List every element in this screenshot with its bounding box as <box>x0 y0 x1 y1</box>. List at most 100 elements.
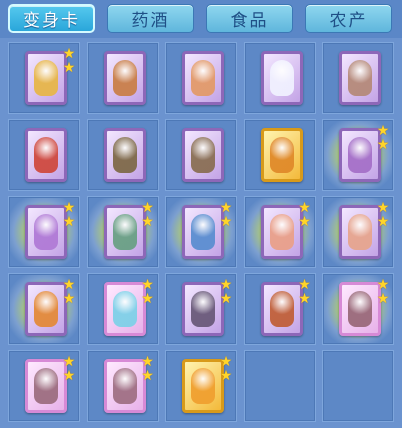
red-dragon-card[interactable] <box>25 128 67 182</box>
star-icon: ★ <box>376 277 390 293</box>
star-icon: ★ <box>62 60 76 76</box>
armored-general-card[interactable] <box>103 128 146 182</box>
inventory-slot[interactable] <box>165 119 237 191</box>
inventory-slot[interactable] <box>322 42 394 114</box>
inventory-slot[interactable]: ★ ★ <box>165 273 237 345</box>
star-rating: ★ ★ <box>298 278 312 306</box>
star-icon: ★ <box>141 368 154 384</box>
armored-general-card-2[interactable] <box>182 128 224 182</box>
golden-fox-card[interactable] <box>182 359 224 413</box>
empty-inventory-slot[interactable] <box>243 350 316 422</box>
star-icon: ★ <box>62 291 76 307</box>
bat-lady-card-2[interactable] <box>25 359 67 413</box>
golden-beast-card[interactable] <box>260 128 303 182</box>
inventory-slot[interactable]: ★ ★ <box>8 350 80 422</box>
rabbit-fighter-card-2[interactable] <box>339 205 381 259</box>
inventory-slot[interactable]: ★ ★ <box>322 119 394 191</box>
star-icon: ★ <box>141 291 154 307</box>
card-character-image <box>191 368 215 404</box>
star-icon: ★ <box>141 200 154 216</box>
inventory-slot[interactable]: ★ ★ <box>86 196 159 268</box>
star-icon: ★ <box>62 368 76 384</box>
card-character-image <box>191 291 215 327</box>
card-character-image <box>191 214 215 250</box>
inventory-slot[interactable]: ★ ★ <box>8 273 80 345</box>
star-rating: ★ ★ <box>62 47 76 75</box>
inventory-slot[interactable] <box>243 42 316 114</box>
star-rating: ★ ★ <box>62 278 76 306</box>
lion-knight-card[interactable] <box>260 282 303 336</box>
star-icon: ★ <box>62 200 76 216</box>
jade-warrior-card[interactable] <box>103 205 146 259</box>
star-rating: ★ ★ <box>219 278 233 306</box>
card-character-image <box>34 291 58 327</box>
inventory-slot[interactable]: ★ ★ <box>165 196 237 268</box>
star-icon: ★ <box>62 354 76 370</box>
star-rating: ★ ★ <box>219 201 233 229</box>
card-character-image <box>112 291 137 327</box>
card-character-image <box>348 60 372 96</box>
star-icon: ★ <box>62 277 76 293</box>
star-icon: ★ <box>298 291 311 307</box>
dark-fairy-card[interactable] <box>339 51 381 105</box>
inventory-slot[interactable]: ★ ★ <box>86 273 159 345</box>
tab-medicine-wine[interactable]: 药酒 <box>107 4 194 33</box>
star-rating: ★ ★ <box>376 278 390 306</box>
card-character-image <box>348 291 372 327</box>
star-icon: ★ <box>298 277 311 293</box>
star-icon: ★ <box>376 137 390 153</box>
inventory-slot[interactable] <box>243 119 316 191</box>
card-character-image <box>112 214 137 250</box>
inventory-slot[interactable]: ★ ★ <box>165 350 237 422</box>
inventory-grid: ★ ★ ★ ★ ★ ★ ★ ★ ★ ★ ★ ★ ★ ★ ★ ★ ★ ★ ★ ★ ★ ★ ★ ★ ★ ★ ★ ★ ★ ★ <box>0 38 402 428</box>
star-icon: ★ <box>376 214 390 230</box>
purple-mage-card[interactable] <box>25 205 67 259</box>
inventory-slot[interactable]: ★ ★ <box>322 196 394 268</box>
bat-lady-card-3[interactable] <box>103 359 146 413</box>
inventory-slot[interactable]: ★ ★ <box>243 273 316 345</box>
card-character-image <box>112 137 137 173</box>
star-rating: ★ ★ <box>141 201 155 229</box>
star-icon: ★ <box>376 291 390 307</box>
inventory-slot[interactable] <box>86 119 159 191</box>
star-rating: ★ ★ <box>62 355 76 383</box>
star-icon: ★ <box>62 46 76 62</box>
star-rating: ★ ★ <box>62 201 76 229</box>
inventory-slot[interactable]: ★ ★ <box>243 196 316 268</box>
warrior-tiger-card[interactable] <box>103 51 146 105</box>
empty-inventory-slot[interactable] <box>322 350 394 422</box>
inventory-slot[interactable] <box>86 42 159 114</box>
card-character-image <box>34 60 58 96</box>
white-rabbit-card[interactable] <box>260 51 303 105</box>
rabbit-fighter-card[interactable] <box>260 205 303 259</box>
inventory-slot[interactable]: ★ ★ <box>86 350 159 422</box>
tab-farm-produce[interactable]: 农产 <box>305 4 392 33</box>
purple-spirit-card[interactable] <box>339 128 381 182</box>
inventory-slot[interactable] <box>165 42 237 114</box>
star-rating: ★ ★ <box>376 201 390 229</box>
star-icon: ★ <box>376 123 390 139</box>
golden-dragon-card[interactable] <box>25 51 67 105</box>
star-rating: ★ ★ <box>141 278 155 306</box>
monkey-spirit-card[interactable] <box>182 51 224 105</box>
star-icon: ★ <box>219 214 233 230</box>
inventory-slot[interactable]: ★ ★ <box>8 42 80 114</box>
ice-fairy-card[interactable] <box>103 282 146 336</box>
star-icon: ★ <box>298 214 311 230</box>
star-rating: ★ ★ <box>298 201 312 229</box>
star-icon: ★ <box>298 200 311 216</box>
inventory-slot[interactable] <box>8 119 80 191</box>
blue-dragon-warrior-card[interactable] <box>182 205 224 259</box>
dark-bird-card[interactable] <box>182 282 224 336</box>
tab-food[interactable]: 食品 <box>206 4 293 33</box>
bat-lady-card[interactable] <box>339 282 381 336</box>
fox-spirit-card[interactable] <box>25 282 67 336</box>
card-character-image <box>269 214 294 250</box>
card-character-image <box>34 214 58 250</box>
star-icon: ★ <box>62 214 76 230</box>
tab-transform-card[interactable]: 变身卡 <box>8 4 95 33</box>
star-icon: ★ <box>219 200 233 216</box>
card-character-image <box>112 368 137 404</box>
inventory-slot[interactable]: ★ ★ <box>322 273 394 345</box>
inventory-slot[interactable]: ★ ★ <box>8 196 80 268</box>
